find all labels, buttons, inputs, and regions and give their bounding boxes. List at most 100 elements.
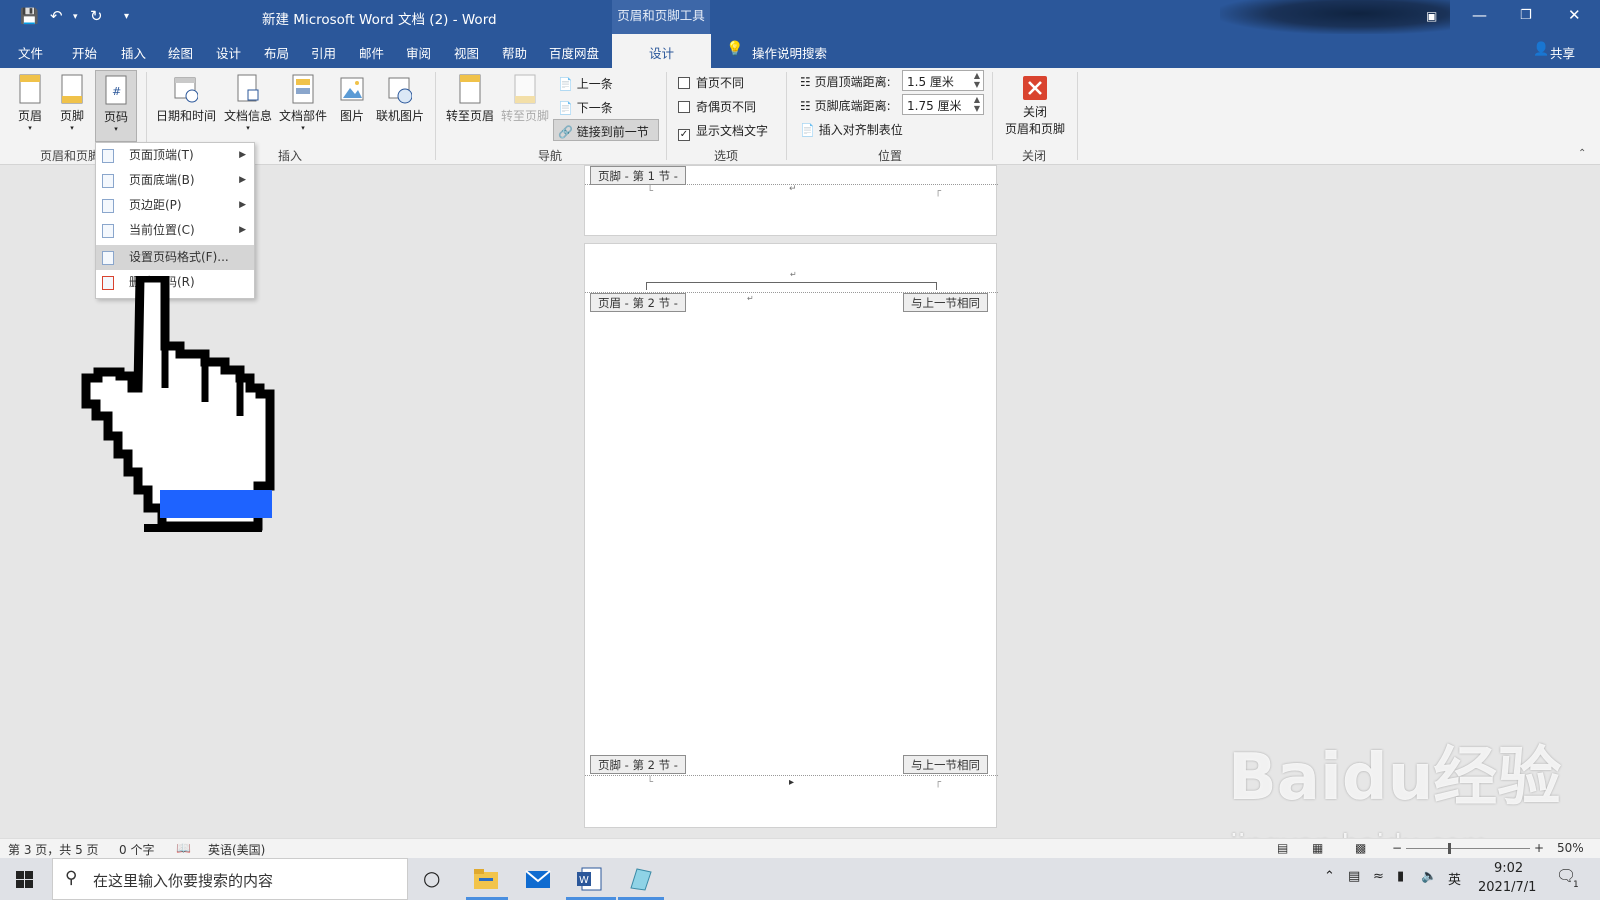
different-first-page-checkbox[interactable]: 首页不同	[678, 74, 744, 91]
word-count[interactable]: 0 个字	[119, 841, 154, 858]
tell-me-search[interactable]: 操作说明搜索	[752, 43, 827, 62]
spinner-arrows-icon[interactable]: ▲ ▼	[974, 95, 980, 113]
page-count[interactable]: 第 3 页，共 5 页	[8, 841, 99, 858]
insert-alignment-tab-button[interactable]: 📄 插入对齐制表位	[800, 121, 903, 138]
windows-start-icon[interactable]	[16, 871, 33, 888]
undo-icon[interactable]: ↶	[50, 7, 63, 25]
tab-mailings[interactable]: 邮件	[359, 43, 384, 62]
menu-item-format-page-numbers[interactable]: 设置页码格式(F)...	[96, 245, 254, 270]
goto-footer-button[interactable]: 转至页脚	[499, 74, 551, 124]
show-document-text-checkbox[interactable]: ✓ 显示文档文字	[678, 122, 768, 141]
footer-label: 页脚	[59, 109, 84, 123]
header-button[interactable]: 页眉 ▾	[14, 74, 46, 132]
cortana-icon[interactable]: ○	[423, 866, 440, 890]
wifi-icon[interactable]: ≈	[1373, 869, 1384, 884]
ime-indicator[interactable]: 英	[1448, 869, 1461, 888]
save-icon[interactable]: 💾	[20, 7, 39, 25]
notepad-app-icon[interactable]	[627, 866, 653, 892]
tab-baidu-netdisk[interactable]: 百度网盘	[549, 43, 599, 62]
menu-item-page-margins[interactable]: 页边距(P) ▶	[96, 193, 254, 218]
page-margins-icon	[102, 199, 114, 213]
tab-layout[interactable]: 布局	[264, 43, 289, 62]
footer-button[interactable]: 页脚 ▾	[56, 74, 88, 132]
corner-mark: └	[647, 186, 654, 197]
picture-button[interactable]: 图片	[335, 74, 369, 124]
close-window-button[interactable]: ✕	[1568, 6, 1581, 24]
tab-home[interactable]: 开始	[72, 43, 97, 62]
redo-icon[interactable]: ↻	[90, 7, 103, 25]
customize-qat-icon[interactable]: ▾	[124, 11, 129, 22]
checkmark-icon: ✓	[678, 129, 690, 141]
page-top: 页脚 - 第 1 节 - └ ↵ ┌	[584, 165, 998, 236]
quick-parts-button[interactable]: 文档部件 ▾	[277, 74, 329, 132]
battery-icon[interactable]: ▮	[1397, 869, 1404, 884]
share-button[interactable]: 共享	[1550, 43, 1575, 62]
menu-item-current-position[interactable]: 当前位置(C) ▶	[96, 218, 254, 243]
restore-button[interactable]: ❐	[1520, 8, 1532, 23]
tab-view[interactable]: 视图	[454, 43, 479, 62]
previous-button[interactable]: 📄 上一条	[558, 75, 613, 92]
file-explorer-icon[interactable]	[473, 866, 499, 892]
goto-header-button[interactable]: 转至页眉	[444, 74, 496, 124]
goto-footer-icon	[514, 74, 536, 104]
undo-dropdown-icon[interactable]: ▾	[73, 12, 78, 22]
zoom-out-icon[interactable]: −	[1392, 841, 1402, 855]
zoom-level[interactable]: 50%	[1557, 841, 1584, 855]
tab-references[interactable]: 引用	[311, 43, 336, 62]
page-top-icon	[102, 149, 114, 163]
clock-time[interactable]: 9:02	[1494, 861, 1523, 876]
tray-app-icon[interactable]: ▤	[1348, 869, 1360, 884]
read-mode-icon[interactable]: ▤	[1277, 841, 1288, 855]
page-number-button[interactable]: # 页码 ▾	[95, 70, 137, 142]
footer-bottom-spinner[interactable]: 1.75 厘米 ▲ ▼	[902, 94, 984, 115]
online-pictures-button[interactable]: 联机图片	[372, 74, 428, 124]
current-position-icon	[102, 224, 114, 238]
clock-date[interactable]: 2021/7/1	[1478, 880, 1536, 895]
date-time-button[interactable]: 日期和时间	[154, 74, 218, 124]
group-options: 选项	[714, 149, 739, 163]
zoom-in-icon[interactable]: +	[1534, 841, 1544, 855]
collapse-ribbon-icon[interactable]: ⌃	[1578, 148, 1586, 159]
mail-icon[interactable]	[525, 866, 551, 892]
doc-info-button[interactable]: 文档信息 ▾	[222, 74, 274, 132]
link-to-previous-button[interactable]: 🔗 链接到前一节	[553, 119, 659, 141]
zoom-slider-thumb[interactable]	[1448, 843, 1451, 854]
tab-design-hf[interactable]: 设计	[612, 34, 712, 68]
volume-icon[interactable]: 🔈	[1421, 869, 1437, 884]
tab-design-doc[interactable]: 设计	[216, 43, 241, 62]
taskbar: ⚲ 在这里输入你要搜索的内容 ○ W ⌃ ▤ ≈ ▮ 🔈 英 9:02 2021…	[0, 858, 1600, 900]
print-layout-icon[interactable]: ▦	[1312, 841, 1323, 855]
quick-parts-label: 文档部件	[278, 109, 327, 123]
link-icon: 🔗	[558, 125, 573, 139]
same-as-previous-tag: 与上一节相同	[903, 293, 988, 312]
footer-icon	[61, 74, 83, 104]
taskbar-search-box[interactable]: ⚲ 在这里输入你要搜索的内容	[52, 858, 408, 900]
page-section-2: ↵ 页眉 - 第 2 节 - ↵ 与上一节相同 页脚 - 第 2 节 - 与上一…	[584, 243, 998, 828]
close-header-footer-button[interactable]: 关闭 页眉和页脚	[1000, 76, 1070, 137]
tab-draw[interactable]: 绘图	[168, 43, 193, 62]
header-top-spinner[interactable]: 1.5 厘米 ▲ ▼	[902, 70, 984, 91]
tab-help[interactable]: 帮助	[502, 43, 527, 62]
tab-insert[interactable]: 插入	[121, 43, 146, 62]
tab-file[interactable]: 文件	[18, 43, 43, 62]
previous-icon: 📄	[558, 77, 573, 91]
spinner-arrows-icon[interactable]: ▲ ▼	[974, 71, 980, 89]
page-number-label: 页码	[103, 110, 128, 124]
minimize-button[interactable]: —	[1472, 6, 1487, 24]
tray-chevron-up-icon[interactable]: ⌃	[1324, 869, 1335, 884]
header-position-icon: ☷	[800, 75, 811, 89]
word-app-icon[interactable]: W	[576, 866, 602, 892]
page-bottom-icon	[102, 174, 114, 188]
proofing-icon[interactable]: 📖	[176, 841, 191, 855]
different-odd-even-checkbox[interactable]: 奇偶页不同	[678, 98, 756, 115]
alignment-tab-icon: 📄	[800, 123, 815, 137]
ribbon-display-icon[interactable]: ▣	[1426, 9, 1437, 23]
next-button[interactable]: 📄 下一条	[558, 99, 613, 116]
menu-item-top-of-page[interactable]: 页面顶端(T) ▶	[96, 143, 254, 168]
text-cursor: ▸	[789, 777, 795, 788]
language[interactable]: 英语(美国)	[208, 841, 265, 858]
web-layout-icon[interactable]: ▩	[1355, 841, 1366, 855]
menu-item-bottom-of-page[interactable]: 页面底端(B) ▶	[96, 168, 254, 193]
zoom-slider[interactable]	[1406, 848, 1530, 849]
tab-review[interactable]: 审阅	[406, 43, 431, 62]
